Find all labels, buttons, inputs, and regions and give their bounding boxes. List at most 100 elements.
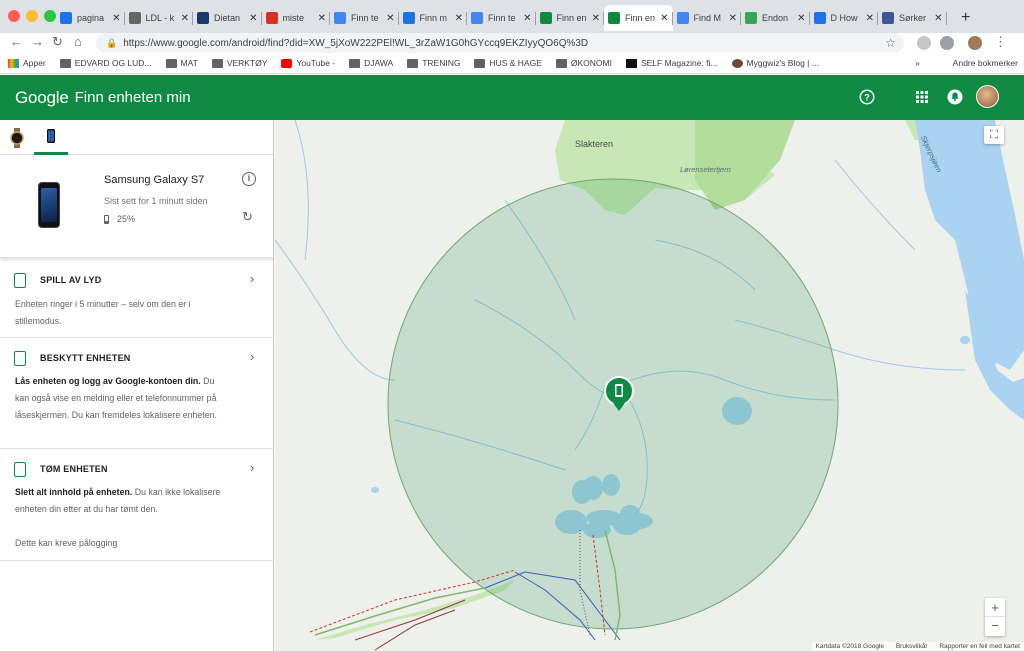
device-sidebar: i Samsung Galaxy S7 Sist sett for 1 minu… <box>0 120 274 651</box>
tab-close-icon[interactable]: ✕ <box>866 13 874 24</box>
close-window-button[interactable] <box>8 10 20 22</box>
battery-status: 25% <box>104 214 135 224</box>
browser-tab[interactable]: Finn te ✕ <box>330 5 399 31</box>
help-icon[interactable]: ? <box>858 88 876 106</box>
tab-favicon-icon <box>402 12 415 24</box>
browser-tab[interactable]: D How ✕ <box>810 5 879 31</box>
bookmark-item[interactable]: VERKTØY <box>211 58 268 68</box>
chevron-right-icon: › <box>250 460 255 475</box>
tab-favicon-icon <box>265 12 278 24</box>
map-view[interactable]: Slakteren Lørensetertjern Skjerpsjøen ⛶ … <box>275 120 1024 651</box>
tab-close-icon[interactable]: ✕ <box>797 13 805 24</box>
other-bookmarks[interactable]: Andre bokmerker <box>953 58 1018 68</box>
tab-close-icon[interactable]: ✕ <box>660 13 668 24</box>
secure-device-action[interactable]: BESKYTT ENHETEN › Lås enheten og logg av… <box>0 338 274 449</box>
tab-close-icon[interactable]: ✕ <box>729 13 737 24</box>
new-tab-button[interactable]: + <box>961 9 970 27</box>
tab-label: D How <box>830 13 858 23</box>
map-label-lorensetertjern: Lørensetertjern <box>680 165 731 174</box>
play-sound-desc-text: Enheten ringer i 5 minutter – selv om de… <box>15 299 191 326</box>
browser-tab[interactable]: Sørker ✕ <box>878 5 947 31</box>
home-icon[interactable]: ⌂ <box>74 34 82 49</box>
bookmark-item[interactable]: YouTube - <box>281 58 335 68</box>
browser-tab[interactable]: LDL - k ✕ <box>125 5 194 31</box>
url-text: https://www.google.com/android/find?did=… <box>123 37 589 49</box>
tab-watch-device[interactable] <box>0 120 34 155</box>
back-arrow-icon[interactable]: ← <box>10 34 23 49</box>
tab-label: Finn te <box>488 13 516 23</box>
more-bookmarks-button[interactable]: » <box>915 58 920 68</box>
svg-text:?: ? <box>864 92 870 102</box>
account-avatar[interactable] <box>976 85 999 108</box>
google-logo: Google <box>15 87 69 107</box>
terms-link[interactable]: Bruksvilkår <box>896 643 928 650</box>
bookmark-item[interactable]: DJAWA <box>349 58 393 68</box>
bookmark-item[interactable]: Myggwiz's Blog | ... <box>731 58 819 68</box>
bookmark-label: HUS & HAGE <box>489 58 542 68</box>
browser-tab[interactable]: pagina ✕ <box>56 5 125 31</box>
refresh-icon[interactable]: ↻ <box>242 209 253 225</box>
bookmark-label: VERKTØY <box>226 58 268 68</box>
bookmark-star-icon[interactable]: ☆ <box>885 36 896 50</box>
browser-tab[interactable]: Endon ✕ <box>741 5 810 31</box>
zoom-in-button[interactable]: + <box>985 598 1005 617</box>
last-seen-text: Sist sett for 1 minutt siden <box>104 196 208 206</box>
window-controls <box>8 10 56 22</box>
browser-tab[interactable]: Dietan ✕ <box>193 5 262 31</box>
battery-icon <box>104 214 109 224</box>
info-icon[interactable]: i <box>242 172 256 186</box>
reload-icon[interactable]: ↻ <box>52 34 63 50</box>
bookmark-label: TRENING <box>422 58 461 68</box>
tab-close-icon[interactable]: ✕ <box>386 13 394 24</box>
profile-avatar[interactable] <box>968 36 982 50</box>
bookmark-label: ØKONOMI <box>570 58 612 68</box>
maximize-window-button[interactable] <box>44 10 56 22</box>
bookmark-item[interactable]: SELF Magazine: fi... <box>625 58 718 68</box>
extension-icon[interactable] <box>917 36 931 50</box>
tab-favicon-icon <box>745 12 757 24</box>
tab-favicon-icon <box>334 12 346 24</box>
tab-close-icon[interactable]: ✕ <box>318 13 326 24</box>
tab-close-icon[interactable]: ✕ <box>181 13 189 24</box>
secure-device-title: BESKYTT ENHETEN <box>40 353 131 363</box>
browser-tab[interactable]: Find M ✕ <box>673 5 742 31</box>
tab-favicon-icon <box>128 12 141 24</box>
address-bar[interactable]: 🔒 https://www.google.com/android/find?di… <box>96 33 904 53</box>
apps-grid-icon[interactable] <box>913 88 931 106</box>
bookmark-item[interactable]: EDVARD OG LUD... <box>59 58 152 68</box>
browser-tab[interactable]: Finn m ✕ <box>399 5 468 31</box>
tab-phone-device[interactable] <box>34 120 68 155</box>
browser-tab[interactable]: Finn en ✕ <box>536 5 605 31</box>
secure-device-desc-bold: Lås enheten og logg av Google-kontoen di… <box>15 376 201 386</box>
zoom-out-button[interactable]: − <box>985 617 1005 635</box>
apps-icon <box>8 58 19 68</box>
tab-close-icon[interactable]: ✕ <box>112 13 120 24</box>
tab-label: Finn te <box>351 13 379 23</box>
tab-close-icon[interactable]: ✕ <box>249 13 257 24</box>
tab-label: LDL - k <box>145 13 175 23</box>
tab-close-icon[interactable]: ✕ <box>455 13 463 24</box>
bookmark-item[interactable]: HUS & HAGE <box>474 58 542 68</box>
bookmark-item[interactable]: ØKONOMI <box>555 58 612 68</box>
bookmark-item[interactable]: MAT <box>165 58 198 68</box>
bookmark-item[interactable]: Apper <box>8 58 46 68</box>
tab-close-icon[interactable]: ✕ <box>592 13 600 24</box>
notifications-icon[interactable] <box>946 88 964 106</box>
browser-tab[interactable]: miste ✕ <box>262 5 331 31</box>
browser-menu-icon[interactable]: ⋮ <box>994 34 1007 50</box>
forward-arrow-icon[interactable]: → <box>31 34 44 49</box>
tab-close-icon[interactable]: ✕ <box>523 13 531 24</box>
browser-tab[interactable]: Finn te ✕ <box>467 5 536 31</box>
tab-label: miste <box>282 13 305 23</box>
shield-icon[interactable] <box>940 36 954 50</box>
minimize-window-button[interactable] <box>26 10 38 22</box>
bookmark-label: EDVARD OG LUD... <box>74 58 152 68</box>
folder-icon <box>165 58 177 68</box>
fullscreen-button[interactable]: ⛶ <box>984 126 1004 144</box>
play-sound-action[interactable]: SPILL AV LYD › Enheten ringer i 5 minutt… <box>0 258 274 338</box>
tab-close-icon[interactable]: ✕ <box>934 13 942 24</box>
bookmark-item[interactable]: TRENING <box>407 58 460 68</box>
browser-tab[interactable]: Finn en ✕ <box>604 5 673 31</box>
tab-label: Finn m <box>419 13 448 23</box>
report-error-link[interactable]: Rapporter en feil med kartet <box>939 643 1020 650</box>
